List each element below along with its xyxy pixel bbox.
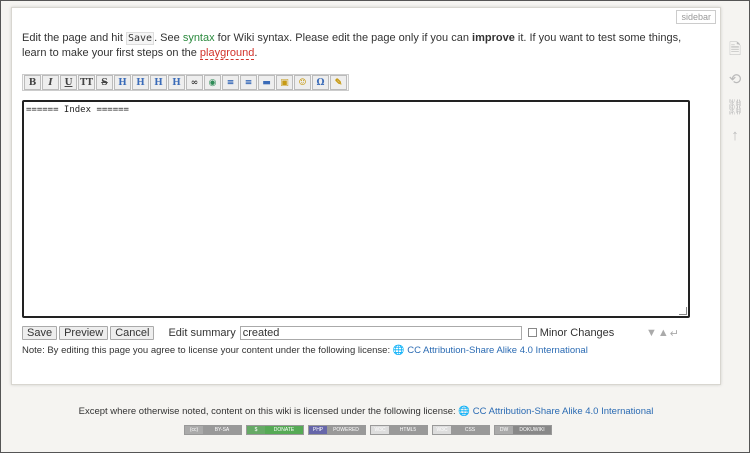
old-revisions-icon[interactable]: ⟲: [727, 71, 743, 88]
cancel-button[interactable]: Cancel: [110, 325, 155, 340]
media-icon[interactable]: ▣: [276, 75, 293, 90]
arrow-up-icon[interactable]: ▲: [658, 327, 669, 340]
edit-controls: Save Preview Cancel Edit summary created…: [22, 325, 614, 340]
badge-left: W3C: [433, 426, 451, 434]
badge-left: DW: [495, 426, 513, 434]
bold-icon[interactable]: B: [24, 75, 41, 90]
intro-text: Edit the page and hit: [22, 32, 126, 44]
dokuwiki-badge[interactable]: DW DOKUWIKI: [494, 425, 552, 435]
intro-text: for Wiki syntax. Please edit the page on…: [214, 32, 473, 44]
strikethrough-icon[interactable]: S: [96, 75, 113, 90]
badge-right: HTML5: [389, 426, 427, 434]
save-button[interactable]: Save: [22, 325, 58, 340]
globe-icon: 🌐: [458, 406, 471, 417]
smiley-icon[interactable]: ☺: [294, 75, 311, 90]
backlinks-icon[interactable]: ⛓: [725, 99, 744, 116]
site-footer: Except where otherwise noted, content on…: [1, 406, 731, 417]
link-icon[interactable]: ∞: [186, 75, 203, 90]
badge-left: $: [247, 426, 265, 434]
footer-badges: (cc) BY-SA $ DONATE PHP POWERED W3C HTML5 W3C CSS…: [184, 425, 552, 435]
monospace-icon[interactable]: TT: [78, 75, 95, 90]
page-tab[interactable]: sidebar: [676, 10, 716, 24]
license-link[interactable]: CC Attribution-Share Alike 4.0 Internati…: [407, 345, 588, 356]
ordered-list-icon[interactable]: ≡: [222, 75, 239, 90]
donate-badge[interactable]: $ DONATE: [246, 425, 304, 435]
heading-menu-icon[interactable]: H: [168, 75, 185, 90]
note-text: Note: By editing this page you agree to …: [22, 345, 391, 356]
badge-right: CSS: [451, 426, 489, 434]
wiki-text-editor[interactable]: ====== Index ======: [22, 100, 690, 318]
checkbox-icon[interactable]: [527, 328, 537, 337]
footer-license-link[interactable]: CC Attribution-Share Alike 4.0 Internati…: [473, 406, 654, 417]
minor-changes-checkbox[interactable]: Minor Changes: [527, 326, 615, 339]
edit-summary-input[interactable]: created: [239, 325, 522, 340]
signature-icon[interactable]: ✎: [330, 75, 347, 90]
badge-right: DOKUWIKI: [513, 426, 551, 434]
show-page-icon[interactable]: 🗎: [727, 41, 743, 59]
editor-toolbar: B I U TT S H H H H ∞ ◉ ≡ ≡ ▬ ▣ ☺ Ω ✎: [22, 74, 349, 91]
playground-link[interactable]: playground: [199, 47, 255, 60]
unordered-list-icon[interactable]: ≡: [240, 75, 257, 90]
edit-summary-label: Edit summary: [168, 326, 236, 339]
cc-badge[interactable]: (cc) BY-SA: [184, 425, 242, 435]
badge-right: DONATE: [265, 426, 303, 434]
footer-text: Except where otherwise noted, content on…: [78, 406, 456, 417]
heading-higher-icon[interactable]: H: [150, 75, 167, 90]
badge-right: BY-SA: [203, 426, 241, 434]
heading-lower-icon[interactable]: H: [132, 75, 149, 90]
globe-icon: 🌐: [392, 345, 405, 356]
syntax-link[interactable]: syntax: [183, 32, 215, 44]
horizontal-rule-icon[interactable]: ▬: [258, 75, 275, 90]
edit-intro: Edit the page and hit Save. See syntax f…: [22, 31, 682, 61]
badge-left: (cc): [185, 426, 203, 434]
php-badge[interactable]: PHP POWERED: [308, 425, 366, 435]
heading-same-icon[interactable]: H: [114, 75, 131, 90]
special-chars-icon[interactable]: Ω: [312, 75, 329, 90]
badge-right: POWERED: [327, 426, 365, 434]
badge-left: W3C: [371, 426, 389, 434]
arrow-down-icon[interactable]: ▼: [646, 327, 657, 340]
editor-size-controls: ▼ ▲ ↵: [646, 327, 679, 340]
intro-text: . See: [154, 32, 183, 44]
resize-handle[interactable]: [679, 307, 687, 315]
intro-text: .: [254, 47, 258, 59]
license-note: Note: By editing this page you agree to …: [22, 345, 588, 356]
page-tools: 🗎 ⟲ ⛓ ↑: [725, 41, 744, 144]
external-link-icon[interactable]: ◉: [204, 75, 221, 90]
italic-icon[interactable]: I: [42, 75, 59, 90]
improve-text: improve: [472, 32, 515, 44]
css-badge[interactable]: W3C CSS: [432, 425, 490, 435]
wrap-icon[interactable]: ↵: [670, 327, 679, 340]
save-code: Save: [125, 32, 155, 45]
editor-content: ====== Index ======: [26, 105, 129, 115]
back-to-top-icon[interactable]: ↑: [727, 127, 743, 144]
html5-badge[interactable]: W3C HTML5: [370, 425, 428, 435]
badge-left: PHP: [309, 426, 327, 434]
preview-button[interactable]: Preview: [59, 325, 109, 340]
underline-icon[interactable]: U: [60, 75, 77, 90]
minor-changes-label: Minor Changes: [539, 326, 615, 339]
